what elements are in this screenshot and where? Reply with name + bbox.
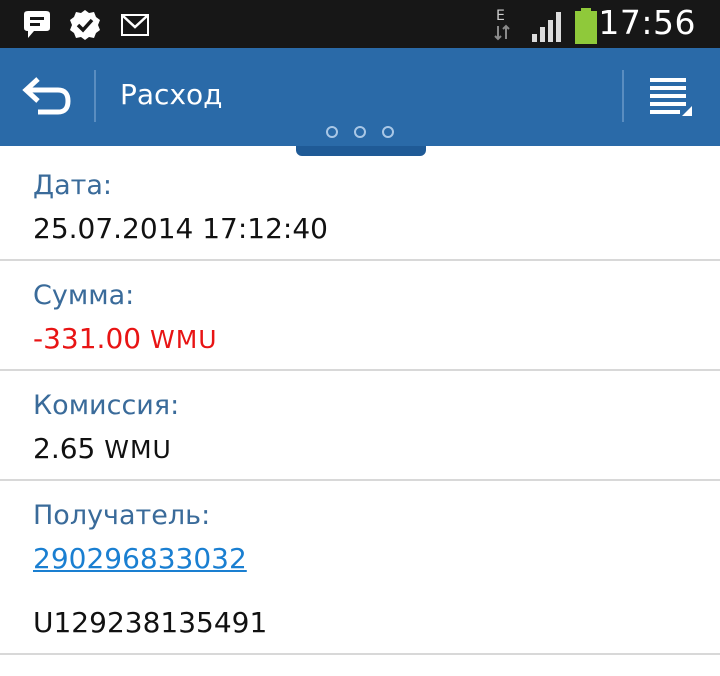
amount-label: Сумма: xyxy=(33,280,135,311)
divider xyxy=(0,259,720,261)
recipient-label: Получатель: xyxy=(33,500,211,531)
date-label: Дата: xyxy=(33,170,113,201)
battery-icon xyxy=(575,8,597,44)
action-bar-divider xyxy=(622,70,624,122)
check-badge-icon xyxy=(70,10,100,40)
page-indicator-tab[interactable] xyxy=(296,146,426,156)
mail-icon xyxy=(121,14,149,36)
chat-bubble-icon xyxy=(24,11,50,38)
back-arrow-icon xyxy=(22,77,71,115)
page-dot xyxy=(326,126,338,138)
divider xyxy=(0,369,720,371)
commission-value: 2.65 WMU xyxy=(33,432,172,465)
amount-number: -331.00 xyxy=(33,322,142,355)
amount-currency: WMU xyxy=(149,325,218,354)
action-bar-divider xyxy=(94,70,96,122)
commission-label: Комиссия: xyxy=(33,390,180,421)
page-dot xyxy=(354,126,366,138)
clock: 17:56 xyxy=(598,3,696,42)
divider xyxy=(0,653,720,655)
overflow-menu-button[interactable] xyxy=(646,74,694,120)
status-bar: E 17:56 xyxy=(0,0,720,48)
divider xyxy=(0,479,720,481)
recipient-purse: U129238135491 xyxy=(33,606,268,639)
svg-text:E: E xyxy=(496,8,505,24)
page-title: Расход xyxy=(120,78,223,111)
data-arrows-icon: E xyxy=(494,8,510,41)
commission-currency: WMU xyxy=(104,435,172,464)
back-button[interactable] xyxy=(18,74,76,120)
signal-icon xyxy=(532,12,561,42)
recipient-wmid-link[interactable]: 290296833032 xyxy=(33,542,247,575)
overflow-menu-icon xyxy=(650,78,692,116)
amount-value: -331.00 WMU xyxy=(33,322,218,355)
date-value: 25.07.2014 17:12:40 xyxy=(33,212,328,245)
page-dot xyxy=(382,126,394,138)
commission-number: 2.65 xyxy=(33,432,96,465)
